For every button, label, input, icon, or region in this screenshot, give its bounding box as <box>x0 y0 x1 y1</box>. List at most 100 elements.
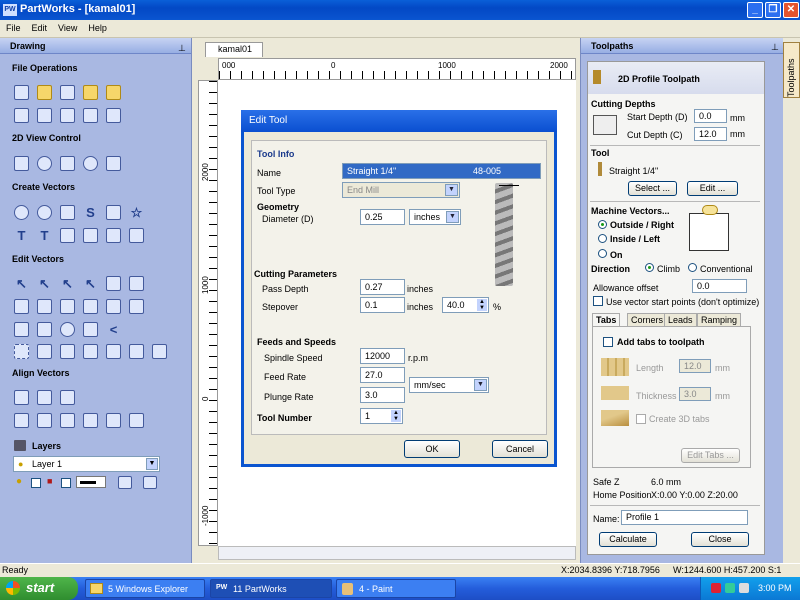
outside-right-radio[interactable] <box>598 220 607 229</box>
tool-type-select[interactable]: End Mill ▼ <box>342 182 460 198</box>
new-file-icon[interactable] <box>14 85 29 100</box>
security-alert-icon[interactable] <box>711 583 721 593</box>
task-windows-explorer[interactable]: 5 Windows Explorer <box>85 579 205 598</box>
task-partworks[interactable]: PW 11 PartWorks <box>210 579 332 598</box>
text-arc-icon[interactable] <box>83 228 98 243</box>
tool-name-input[interactable]: Straight 1/4" 48-005 <box>342 163 541 179</box>
minimize-button[interactable]: _ <box>747 2 763 18</box>
node-edit-icon[interactable]: ↖ <box>37 276 52 291</box>
delete-node-icon[interactable] <box>106 276 121 291</box>
zoom-box-icon[interactable] <box>60 156 75 171</box>
text-adjust-icon[interactable] <box>106 228 121 243</box>
pass-depth-input[interactable]: 0.27 <box>360 279 405 295</box>
circle-icon[interactable] <box>14 205 29 220</box>
interactive-icon[interactable]: ↖ <box>83 276 98 291</box>
copy-icon[interactable] <box>37 108 52 123</box>
on-radio[interactable] <box>598 249 607 258</box>
use-vector-start-checkbox[interactable] <box>593 296 603 306</box>
star-icon[interactable]: ☆ <box>129 205 144 220</box>
document-tab[interactable]: kamal01 <box>205 42 263 57</box>
create-3d-tabs-checkbox[interactable] <box>636 414 646 424</box>
length-input[interactable]: 12.0 <box>679 359 711 373</box>
import-icon[interactable] <box>106 85 121 100</box>
menu-edit[interactable]: Edit <box>26 20 53 33</box>
align-hcenter-icon[interactable] <box>37 390 52 405</box>
scale-icon[interactable] <box>37 299 52 314</box>
thickness-input[interactable]: 3.0 <box>679 387 711 401</box>
horizontal-scrollbar[interactable] <box>218 546 576 560</box>
start-button[interactable]: start <box>0 577 78 600</box>
align-vcenter-icon[interactable] <box>60 390 75 405</box>
ok-button[interactable]: OK <box>404 440 460 458</box>
pin-icon[interactable]: ⊥ <box>771 42 779 53</box>
lock-icon[interactable]: ■ <box>47 476 52 486</box>
diameter-input[interactable]: 0.25 <box>360 209 405 225</box>
zoom-fit-icon[interactable] <box>106 156 121 171</box>
tab-ramping[interactable]: Ramping <box>697 313 742 326</box>
open-folder-icon[interactable] <box>37 85 52 100</box>
align-top-icon[interactable] <box>60 413 75 428</box>
zoom-in-icon[interactable] <box>37 156 52 171</box>
weld-icon[interactable] <box>14 322 29 337</box>
tool-number-input[interactable]: 1 ▲ ▼ <box>360 408 403 424</box>
move-icon[interactable] <box>14 299 29 314</box>
menu-help[interactable]: Help <box>82 20 112 33</box>
layer-color-checkbox[interactable] <box>61 478 71 488</box>
distribute-v-icon[interactable] <box>129 413 144 428</box>
rectangle-icon[interactable] <box>60 205 75 220</box>
edit-tabs-button[interactable]: Edit Tabs ... <box>681 448 740 463</box>
layer-checkbox[interactable] <box>31 478 41 488</box>
diameter-units-select[interactable]: inches ▼ <box>409 209 461 225</box>
ellipse-icon[interactable] <box>37 205 52 220</box>
dimension-icon[interactable] <box>129 228 144 243</box>
extend-icon[interactable] <box>129 344 144 359</box>
feed-rate-input[interactable]: 27.0 <box>360 367 405 383</box>
plunge-rate-input[interactable]: 3.0 <box>360 387 405 403</box>
tab-tabs[interactable]: Tabs <box>592 313 621 326</box>
align-bottom-icon[interactable] <box>83 413 98 428</box>
layer-select[interactable]: Layer 1 ● ▼ <box>13 456 160 472</box>
toolpath-name-input[interactable]: Profile 1 <box>621 510 748 525</box>
select-tool-button[interactable]: Select ... <box>628 181 677 196</box>
select-arrow-icon[interactable]: ↖ <box>14 276 29 291</box>
line-style-select[interactable] <box>76 476 106 488</box>
redo-icon[interactable] <box>106 108 121 123</box>
smooth-icon[interactable] <box>83 344 98 359</box>
pan-icon[interactable] <box>14 156 29 171</box>
spinner-icon[interactable]: ▲ ▼ <box>391 410 401 422</box>
curve-fit-icon[interactable]: < <box>106 322 121 337</box>
pin-icon[interactable]: ⊥ <box>178 43 186 54</box>
layer-edit-icon[interactable] <box>118 476 132 489</box>
climb-radio[interactable] <box>645 263 654 272</box>
intersect-icon[interactable] <box>60 322 75 337</box>
edit-tool-button[interactable]: Edit ... <box>687 181 738 196</box>
polygon-icon[interactable] <box>106 205 121 220</box>
save-icon[interactable] <box>60 85 75 100</box>
clock[interactable]: 3:00 PM <box>758 583 792 593</box>
text-frame-icon[interactable]: T <box>37 228 52 243</box>
layer-visibility-icon[interactable]: ● <box>16 476 22 487</box>
menu-view[interactable]: View <box>52 20 82 33</box>
inside-left-radio[interactable] <box>598 234 607 243</box>
restore-button[interactable]: ❐ <box>765 2 781 18</box>
align-left-icon[interactable] <box>14 413 29 428</box>
spinner-icon[interactable]: ▲ ▼ <box>477 299 487 311</box>
rotate-icon[interactable] <box>60 299 75 314</box>
allowance-input[interactable]: 0.0 <box>692 279 747 293</box>
array-icon[interactable] <box>129 299 144 314</box>
zoom-out-icon[interactable] <box>83 156 98 171</box>
nest-icon[interactable] <box>152 344 167 359</box>
close-vector-icon[interactable] <box>60 344 75 359</box>
cut-icon[interactable] <box>14 108 29 123</box>
text-on-curve-icon[interactable] <box>60 228 75 243</box>
distribute-h-icon[interactable] <box>106 413 121 428</box>
feed-units-select[interactable]: mm/sec ▼ <box>409 377 489 393</box>
close-toolpath-button[interactable]: Close <box>691 532 749 547</box>
fillet-icon[interactable] <box>37 344 52 359</box>
task-paint[interactable]: 4 - Paint <box>336 579 456 598</box>
paste-icon[interactable] <box>60 108 75 123</box>
distort-icon[interactable] <box>106 299 121 314</box>
tab-corners[interactable]: Corners <box>627 313 668 326</box>
align-right-icon[interactable] <box>37 413 52 428</box>
undo-icon[interactable] <box>83 108 98 123</box>
